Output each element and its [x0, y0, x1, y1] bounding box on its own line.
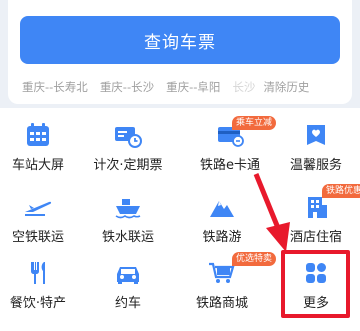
promo-badge: 乘车立减: [232, 116, 277, 130]
grid-item-label: 餐饮·特产: [9, 296, 67, 311]
car-icon: [113, 258, 143, 288]
plane-train-icon: [23, 192, 53, 222]
grid-item-food[interactable]: 餐饮·特产: [0, 258, 82, 320]
heart-service-icon: [301, 120, 331, 150]
ship-icon: [113, 192, 143, 222]
highlight-box: [281, 250, 350, 318]
grid-item-label: 铁路商城: [195, 296, 248, 311]
annotation-arrow: [253, 173, 290, 252]
ticket-card-icon: [113, 120, 143, 150]
history-item[interactable]: 重庆--长沙: [100, 79, 154, 95]
promo-badge: 铁路优惠: [322, 184, 360, 198]
history-item[interactable]: 重庆--阜阳: [166, 79, 220, 95]
grid-item-rail-water[interactable]: 铁水联运: [84, 192, 172, 254]
grid-item-car[interactable]: 约车: [84, 258, 172, 320]
mountain-icon: [207, 192, 237, 222]
grid-item-air-rail[interactable]: 空铁联运: [0, 192, 82, 254]
grid-item-label: 铁水联运: [101, 230, 154, 245]
search-card: 查询车票 重庆--长寿北 重庆--长沙 重庆--阜阳 长沙 清除历史: [8, 0, 352, 104]
grid-item-label: 车站大屏: [11, 158, 64, 173]
station-screen-icon: [23, 120, 53, 150]
search-history: 重庆--长寿北 重庆--长沙 重庆--阜阳 长沙 清除历史: [22, 78, 344, 96]
grid-item-station-screen[interactable]: 车站大屏: [0, 120, 82, 182]
grid-item-label: 空铁联运: [11, 230, 64, 245]
grid-item-label: 铁路游: [202, 230, 242, 245]
search-tickets-button[interactable]: 查询车票: [20, 16, 340, 64]
grid-item-label: 计次·定期票: [93, 158, 163, 173]
grid-item-label: 约车: [114, 296, 141, 311]
grid-item-ticket-card[interactable]: 计次·定期票: [84, 120, 172, 182]
history-item[interactable]: 重庆--长寿北: [22, 79, 88, 95]
grid-item-mall[interactable]: 铁路商城: [178, 258, 266, 320]
clear-history-button[interactable]: 清除历史: [263, 79, 309, 95]
history-item-partial[interactable]: 长沙: [232, 79, 255, 95]
food-icon: [23, 258, 53, 288]
